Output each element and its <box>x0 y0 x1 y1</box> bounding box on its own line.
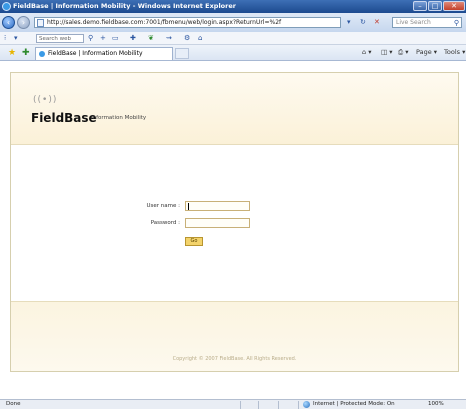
page-footer: Copyright © 2007 FieldBase. All Rights R… <box>11 301 458 371</box>
address-url[interactable]: http://sales.demo.fieldbase.com:7001/fbm… <box>47 19 337 26</box>
security-zone-text[interactable]: Internet | Protected Mode: On <box>313 401 395 407</box>
login-form: User name : Password : <box>11 145 458 300</box>
toolbar-dropdown-icon[interactable]: ▾ <box>14 34 18 42</box>
toolbar-home-icon[interactable]: ⌂ <box>198 34 202 42</box>
address-toolbar: ‹ › http://sales.demo.fieldbase.com:7001… <box>0 13 466 32</box>
page-menu[interactable]: Page ▾ <box>416 48 437 56</box>
signal-waves-icon: ((•)) <box>33 95 58 105</box>
status-divider <box>258 401 259 409</box>
login-panel: ((•)) FieldBase Information Mobility Use… <box>10 72 459 372</box>
search-icon[interactable]: ⚲ <box>454 19 459 27</box>
status-bar: Done Internet | Protected Mode: On 100% <box>0 399 466 409</box>
username-input[interactable] <box>185 201 250 211</box>
zoom-level[interactable]: 100% <box>428 401 444 407</box>
forward-button[interactable]: › <box>17 16 30 29</box>
stop-icon[interactable]: ✕ <box>374 18 380 26</box>
live-search-box[interactable]: Live Search ⚲ <box>392 17 462 28</box>
toolbar-grip-icon: ⁝ <box>4 34 7 42</box>
feeds-icon[interactable]: ◫ ▾ <box>381 48 392 56</box>
address-bar[interactable]: http://sales.demo.fieldbase.com:7001/fbm… <box>34 17 341 28</box>
toolbar-plus-icon[interactable]: + <box>100 34 106 42</box>
window-titlebar[interactable]: FieldBase | Information Mobility - Windo… <box>0 0 466 13</box>
toolbar-search-icon[interactable]: ⚲ <box>88 34 93 42</box>
copyright-text: Copyright © 2007 FieldBase. All Rights R… <box>172 356 297 362</box>
status-divider <box>240 401 241 409</box>
tab-command-bar: ★ ✚ FieldBase | Information Mobility ⌂ ▾… <box>0 45 466 61</box>
brand-tagline: Information Mobility <box>91 115 147 121</box>
back-button[interactable]: ‹ <box>2 16 15 29</box>
tab-page-icon <box>39 51 45 57</box>
minimize-button[interactable]: – <box>413 1 427 11</box>
new-tab-button[interactable] <box>175 48 189 59</box>
dropdown-arrow-icon[interactable]: ▾ <box>347 18 351 26</box>
password-label: Password : <box>150 220 180 226</box>
add-favorites-icon[interactable]: ✚ <box>22 48 30 58</box>
ie-logo-icon <box>2 2 11 11</box>
live-search-placeholder: Live Search <box>396 19 431 26</box>
brand-logo: FieldBase <box>31 111 97 125</box>
page-content: ((•)) FieldBase Information Mobility Use… <box>0 62 466 399</box>
page-header: ((•)) FieldBase Information Mobility <box>11 73 458 145</box>
tab-fieldbase[interactable]: FieldBase | Information Mobility <box>35 47 173 60</box>
tools-menu[interactable]: Tools ▾ <box>444 48 465 56</box>
toolbar-leaf-icon[interactable]: ❦ <box>148 34 154 42</box>
refresh-icon[interactable]: ↻ <box>360 18 366 26</box>
toolbar-window-icon[interactable]: ▭ <box>112 34 119 42</box>
status-text: Done <box>6 401 21 407</box>
page-icon <box>37 19 44 27</box>
links-toolbar: ⁝ ▾ Search web ⚲ + ▭ ✚ ❦ ⇝ ⚙ ⌂ <box>0 32 466 45</box>
status-divider <box>298 401 299 409</box>
home-icon[interactable]: ⌂ ▾ <box>362 48 371 56</box>
print-icon[interactable]: ⎙ ▾ <box>398 48 409 57</box>
toolbar-arrow-icon[interactable]: ⇝ <box>166 34 172 42</box>
toolbar-addon-icon[interactable]: ✚ <box>130 34 136 42</box>
go-button[interactable]: Go <box>185 237 203 246</box>
internet-zone-icon <box>303 401 310 408</box>
favorites-star-icon[interactable]: ★ <box>8 48 16 58</box>
username-label: User name : <box>146 203 180 209</box>
text-cursor <box>188 203 189 210</box>
toolbar-gear-icon[interactable]: ⚙ <box>184 34 190 42</box>
maximize-button[interactable]: □ <box>428 1 442 11</box>
window-title: FieldBase | Information Mobility - Windo… <box>13 2 236 10</box>
brand-part1: Field <box>31 111 65 125</box>
tab-label: FieldBase | Information Mobility <box>48 50 143 57</box>
close-button[interactable]: ✕ <box>443 1 465 11</box>
password-input[interactable] <box>185 218 250 228</box>
status-divider <box>278 401 279 409</box>
toolbar-search-input[interactable]: Search web <box>36 34 84 43</box>
